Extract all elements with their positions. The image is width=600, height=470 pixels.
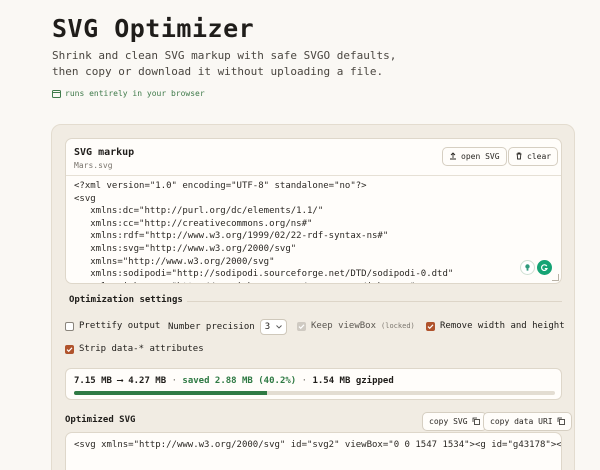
precision-label: Number precision: [168, 322, 255, 332]
remove-dimensions-option[interactable]: Remove width and height: [426, 321, 565, 331]
page-title: SVG Optimizer: [52, 14, 255, 43]
resize-handle[interactable]: [552, 274, 559, 281]
gzipped-size: 1.54 MB gzipped: [312, 376, 394, 386]
precision-value: 3: [264, 322, 271, 332]
precision-option: Number precision 3: [168, 319, 288, 335]
copy-svg-label: copy SVG: [429, 417, 468, 426]
arrow-right-icon: ⟶: [117, 376, 123, 386]
browser-icon: [52, 89, 61, 98]
svg-input-textarea[interactable]: <?xml version="1.0" encoding="UTF-8" sta…: [66, 175, 561, 283]
original-size: 7.15 MB: [74, 376, 112, 386]
copy-data-uri-label: copy data URI: [490, 417, 553, 426]
size-stats: 7.15 MB ⟶ 4.27 MB · saved 2.88 MB (40.2%…: [65, 368, 562, 400]
strip-data-checkbox[interactable]: [65, 344, 74, 354]
clear-button[interactable]: clear: [508, 147, 559, 166]
trash-icon: [515, 152, 523, 162]
settings-legend: Optimization settings: [65, 295, 187, 305]
viewbox-checkbox: [297, 321, 306, 331]
upload-icon: [449, 151, 457, 162]
optimized-size: 4.27 MB: [128, 376, 167, 386]
local-note: runs entirely in your browser: [52, 89, 205, 98]
prettify-option[interactable]: Prettify output: [65, 321, 160, 331]
viewbox-option: Keep viewBox (locked): [297, 321, 415, 331]
editor-filename: Mars.svg: [74, 161, 113, 170]
stats-separator: ·: [301, 376, 308, 386]
clear-label: clear: [527, 152, 552, 161]
copy-svg-button[interactable]: copy SVG: [422, 412, 487, 431]
chevron-down-icon: [276, 322, 282, 332]
output-title: Optimized SVG: [65, 415, 136, 425]
copy-data-uri-button[interactable]: copy data URI: [483, 412, 572, 431]
assistant-icon[interactable]: [520, 260, 535, 275]
prettify-label: Prettify output: [79, 321, 161, 331]
size-stats-text: 7.15 MB ⟶ 4.27 MB · saved 2.88 MB (40.2%…: [74, 376, 394, 386]
savings-progress-bar: [74, 391, 555, 395]
remove-dimensions-label: Remove width and height: [440, 321, 565, 331]
viewbox-locked-note: (locked): [381, 322, 415, 330]
strip-data-option[interactable]: Strip data-* attributes: [65, 344, 204, 354]
stats-separator: ·: [171, 376, 177, 386]
editor-title: SVG markup: [74, 147, 135, 158]
open-svg-label: open SVG: [461, 152, 500, 161]
remove-dimensions-checkbox[interactable]: [426, 321, 435, 331]
optimized-code: <svg xmlns="http://www.w3.org/2000/svg" …: [74, 440, 562, 450]
saved-amount: saved 2.88 MB (40.2%): [182, 376, 297, 386]
copy-icon: [557, 417, 565, 427]
grammar-check-icon[interactable]: [537, 260, 552, 275]
strip-data-label: Strip data-* attributes: [79, 344, 204, 354]
open-svg-button[interactable]: open SVG: [442, 147, 507, 166]
optimizer-card: SVG markup Mars.svg open SVG clear <?xml…: [51, 124, 575, 470]
viewbox-label: Keep viewBox: [311, 321, 377, 331]
precision-select[interactable]: 3: [259, 319, 288, 335]
svg-input-editor: SVG markup Mars.svg open SVG clear <?xml…: [65, 138, 562, 284]
optimized-output[interactable]: <svg xmlns="http://www.w3.org/2000/svg" …: [65, 432, 562, 470]
copy-icon: [472, 417, 480, 427]
prettify-checkbox[interactable]: [65, 321, 74, 331]
page-subtitle: Shrink and clean SVG markup with safe SV…: [52, 49, 397, 78]
savings-progress-fill: [74, 391, 268, 395]
local-note-text: runs entirely in your browser: [65, 89, 205, 98]
